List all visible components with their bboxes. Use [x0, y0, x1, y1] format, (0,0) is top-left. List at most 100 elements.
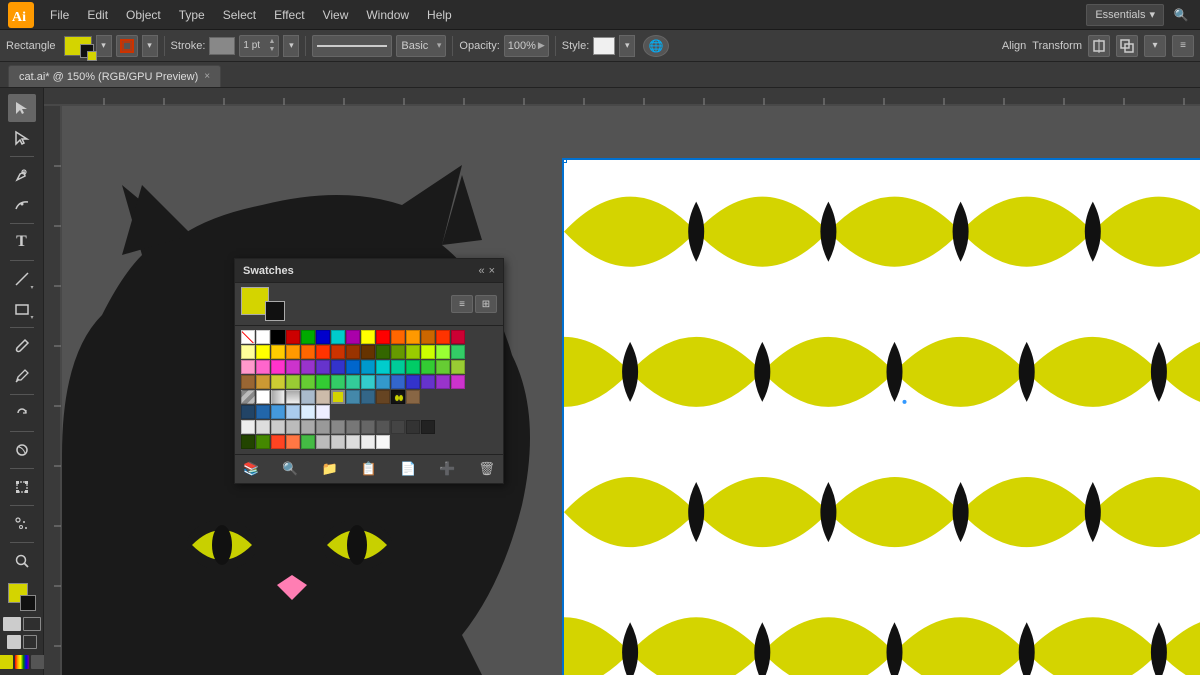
swatch-lightsalmon[interactable]	[286, 435, 300, 449]
swatch-magenta[interactable]	[346, 330, 360, 344]
swatch-gainsboro2[interactable]	[346, 435, 360, 449]
swatch-texture2[interactable]	[316, 390, 330, 404]
curvature-tool[interactable]	[8, 191, 36, 219]
swatch-silver[interactable]	[271, 420, 285, 434]
swatch-emerald[interactable]	[451, 345, 465, 359]
swatch-libraries-btn[interactable]: 📚	[243, 461, 259, 477]
swatch-teal[interactable]	[376, 360, 390, 374]
swatch-darkblue[interactable]	[256, 405, 270, 419]
swatch-verydark[interactable]	[361, 420, 375, 434]
swatch-limeyellow[interactable]	[421, 345, 435, 359]
swatch-sage[interactable]	[286, 375, 300, 389]
swatch-dark1[interactable]	[376, 420, 390, 434]
menu-type[interactable]: Type	[171, 4, 213, 26]
warp-tool[interactable]	[8, 436, 36, 464]
swatch-green2[interactable]	[421, 360, 435, 374]
swatch-chartreuse[interactable]	[406, 345, 420, 359]
swatch-sienna[interactable]	[406, 390, 420, 404]
swatch-royalblue[interactable]	[406, 375, 420, 389]
swatch-lightgray[interactable]	[241, 420, 255, 434]
swatch-hotpink[interactable]	[271, 360, 285, 374]
swatch-blue[interactable]	[316, 330, 330, 344]
swatch-turquoise[interactable]	[391, 360, 405, 374]
swatch-mustard[interactable]	[271, 375, 285, 389]
opacity-input[interactable]: 100% ▶	[504, 35, 549, 57]
recolor-btn[interactable]: 🌐	[643, 35, 669, 57]
swatch-options-btn[interactable]: 📄	[400, 461, 416, 477]
swatch-orange2[interactable]	[406, 330, 420, 344]
swatch-limegreen[interactable]	[436, 345, 450, 359]
line-tool[interactable]: ▾	[8, 265, 36, 293]
align-distribute-btn[interactable]	[1088, 35, 1110, 57]
swatch-lightgray3[interactable]	[361, 435, 375, 449]
swatch-lightyellow[interactable]	[241, 345, 255, 359]
swatch-dimgray[interactable]	[346, 420, 360, 434]
menu-file[interactable]: File	[42, 4, 77, 26]
swatch-yellowgreen[interactable]	[451, 360, 465, 374]
symbol-sprayer-tool[interactable]	[8, 510, 36, 538]
swatch-steelblue[interactable]	[346, 390, 360, 404]
menu-effect[interactable]: Effect	[266, 4, 312, 26]
swatch-yellow2[interactable]	[256, 345, 270, 359]
swatch-red4[interactable]	[451, 330, 465, 344]
swatch-darkgray2[interactable]	[316, 420, 330, 434]
pencil-tool[interactable]	[8, 362, 36, 390]
swatches-close-btn[interactable]: ×	[489, 265, 495, 277]
swatch-aquamarine[interactable]	[346, 375, 360, 389]
swatch-cadetblue[interactable]	[361, 390, 375, 404]
swatch-list-view-btn[interactable]: ≡	[451, 295, 473, 313]
swatch-midgreen[interactable]	[316, 375, 330, 389]
style-options-btn[interactable]: ▾	[619, 35, 635, 57]
swatch-silver2[interactable]	[331, 435, 345, 449]
swatch-darkgreen2[interactable]	[241, 435, 255, 449]
swatch-pink[interactable]	[256, 360, 270, 374]
swatch-indigo[interactable]	[316, 360, 330, 374]
normal-mode-btn[interactable]	[3, 617, 21, 631]
free-transform-tool[interactable]	[8, 473, 36, 501]
transform-options-btn[interactable]	[1116, 35, 1138, 57]
swatch-brown[interactable]	[421, 330, 435, 344]
swatch-khaki[interactable]	[256, 375, 270, 389]
swatch-white2[interactable]	[256, 390, 270, 404]
swatch-aliceblue[interactable]	[301, 405, 315, 419]
swatch-lightblue[interactable]	[376, 375, 390, 389]
swatch-darkbrown[interactable]	[376, 390, 390, 404]
swatch-medgreen[interactable]	[301, 435, 315, 449]
appearance-btn[interactable]	[116, 35, 138, 57]
swatch-green3[interactable]	[436, 360, 450, 374]
menu-help[interactable]: Help	[419, 4, 460, 26]
current-stroke[interactable]	[265, 301, 285, 321]
more-options-btn[interactable]: ▾	[1144, 35, 1166, 57]
workspace-dropdown[interactable]: Essentials ▾	[1086, 4, 1164, 26]
swatch-midgray[interactable]	[286, 420, 300, 434]
swatch-mediumaquamarine[interactable]	[331, 375, 345, 389]
menu-select[interactable]: Select	[215, 4, 264, 26]
stroke-weight-spin[interactable]: 1 pt ▲ ▼	[239, 35, 279, 57]
swatch-yellow[interactable]	[361, 330, 375, 344]
swatch-chocolate[interactable]	[361, 345, 375, 359]
swatch-lightpink[interactable]	[241, 360, 255, 374]
swatch-grid-view-btn[interactable]: ⊞	[475, 295, 497, 313]
swatch-cobalt[interactable]	[346, 360, 360, 374]
fill-stroke-indicator[interactable]	[8, 583, 36, 611]
direct-selection-tool[interactable]	[8, 124, 36, 152]
swatch-navy[interactable]	[241, 405, 255, 419]
stroke-color[interactable]	[209, 37, 235, 55]
appearance-options-btn[interactable]: ▾	[142, 35, 158, 57]
swatch-none[interactable]	[241, 330, 255, 344]
new-color-group-btn[interactable]: 📁	[321, 461, 337, 477]
document-tab[interactable]: cat.ai* @ 150% (RGB/GPU Preview) ×	[8, 65, 221, 87]
rectangle-tool[interactable]: ▾	[8, 295, 36, 323]
swatch-lightcyan[interactable]	[361, 375, 375, 389]
rotate-tool[interactable]	[8, 399, 36, 427]
swatch-darkviolet[interactable]	[451, 375, 465, 389]
swatch-violet[interactable]	[301, 360, 315, 374]
swatch-mediumpurple[interactable]	[421, 375, 435, 389]
swatch-darkorchid[interactable]	[436, 375, 450, 389]
pen-tool[interactable]	[8, 161, 36, 189]
search-btn[interactable]: 🔍	[1170, 4, 1192, 26]
swatch-texture1[interactable]	[301, 390, 315, 404]
swatch-red3[interactable]	[436, 330, 450, 344]
swatch-lightgreen[interactable]	[301, 375, 315, 389]
swatch-red[interactable]	[286, 330, 300, 344]
